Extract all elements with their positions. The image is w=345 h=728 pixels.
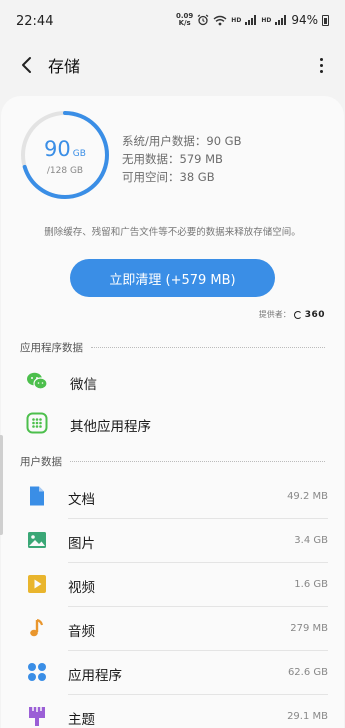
list-item-label: 图片 bbox=[68, 536, 95, 552]
used-value: 90 bbox=[44, 137, 71, 161]
list-item-label: 应用程序 bbox=[68, 668, 122, 684]
list-item-audio[interactable]: 音频 279 MB bbox=[0, 607, 345, 651]
app-bar: 存储 bbox=[0, 42, 345, 88]
stat-junk-data: 无用数据：579 MB bbox=[122, 152, 223, 166]
signal-4g-icon bbox=[245, 15, 257, 25]
video-icon bbox=[28, 575, 46, 593]
status-time: 22:44 bbox=[16, 14, 54, 29]
wifi-icon bbox=[213, 15, 227, 25]
signal-4g-icon bbox=[275, 15, 287, 25]
net-speed-indicator: 0.09 K/s bbox=[176, 13, 193, 27]
total-storage: /128 GB bbox=[46, 166, 84, 176]
back-button[interactable] bbox=[14, 52, 40, 78]
used-storage: 90 GB bbox=[20, 137, 110, 161]
theme-brush-icon bbox=[29, 707, 45, 726]
more-vert-icon bbox=[319, 57, 323, 61]
hd-icon: HD bbox=[231, 16, 242, 24]
provider-label: 提供者： bbox=[258, 310, 291, 319]
apps-icon bbox=[28, 663, 46, 681]
list-item-size: 62.6 GB bbox=[287, 667, 328, 678]
provider-credit: 提供者： 360 bbox=[259, 309, 325, 320]
cleanup-hint: 删除缓存、残留和广告文件等不必要的数据来释放存储空间。 bbox=[44, 227, 301, 238]
section-header-user-data: 用户数据 bbox=[20, 454, 325, 469]
list-item-label: 文档 bbox=[68, 492, 95, 508]
list-item-themes[interactable]: 主题 29.1 MB bbox=[0, 695, 345, 728]
hd-icon: HD bbox=[261, 16, 272, 24]
status-bar: 22:44 0.09 K/s HD HD 94% bbox=[0, 0, 345, 42]
edge-panel-handle[interactable] bbox=[0, 435, 3, 535]
storage-stats: 系统/用户数据：90 GB 无用数据：579 MB 可用空间：38 GB bbox=[122, 132, 241, 186]
net-speed-unit: K/s bbox=[178, 19, 191, 27]
list-item-images[interactable]: 图片 3.4 GB bbox=[0, 519, 345, 563]
music-note-icon bbox=[30, 618, 44, 637]
stat-free-space: 可用空间：38 GB bbox=[122, 170, 215, 184]
back-arrow-icon bbox=[22, 57, 31, 73]
more-options-button[interactable] bbox=[311, 52, 331, 78]
section-title: 应用程序数据 bbox=[20, 342, 83, 354]
list-item-label: 音频 bbox=[68, 624, 95, 640]
list-item-label: 主题 bbox=[68, 712, 95, 728]
apps-grid-icon bbox=[26, 412, 48, 434]
section-title: 用户数据 bbox=[20, 456, 62, 468]
used-unit: GB bbox=[72, 149, 86, 159]
list-item-size: 49.2 MB bbox=[287, 491, 328, 502]
list-item-size: 1.6 GB bbox=[294, 579, 328, 590]
list-item-applications[interactable]: 应用程序 62.6 GB bbox=[0, 651, 345, 695]
battery-icon bbox=[322, 14, 329, 26]
wechat-icon bbox=[27, 372, 48, 390]
alarm-icon bbox=[197, 14, 209, 26]
clean-now-button[interactable]: 立即清理 (+579 MB) bbox=[70, 259, 275, 297]
status-icons: 0.09 K/s HD HD 94% bbox=[176, 13, 329, 27]
provider-logo-text: 360 bbox=[304, 309, 325, 320]
list-item-documents[interactable]: 文档 49.2 MB bbox=[0, 475, 345, 519]
image-icon bbox=[28, 532, 46, 548]
list-item-size: 279 MB bbox=[290, 623, 328, 634]
document-icon bbox=[30, 486, 44, 506]
list-item-other-apps[interactable]: 其他应用程序 bbox=[0, 402, 345, 446]
section-header-app-data: 应用程序数据 bbox=[20, 340, 325, 355]
provider-logo-icon bbox=[293, 310, 302, 319]
list-item-label: 微信 bbox=[70, 377, 97, 393]
list-item-size: 29.1 MB bbox=[287, 711, 328, 722]
list-item-videos[interactable]: 视频 1.6 GB bbox=[0, 563, 345, 607]
stat-system-user-data: 系统/用户数据：90 GB bbox=[122, 134, 242, 148]
page-title: 存储 bbox=[48, 57, 81, 76]
list-item-label: 其他应用程序 bbox=[70, 419, 151, 435]
list-item-size: 3.4 GB bbox=[294, 535, 328, 546]
list-item-label: 视频 bbox=[68, 580, 95, 596]
battery-percent: 94% bbox=[291, 13, 318, 27]
list-item-wechat[interactable]: 微信 bbox=[0, 360, 345, 404]
